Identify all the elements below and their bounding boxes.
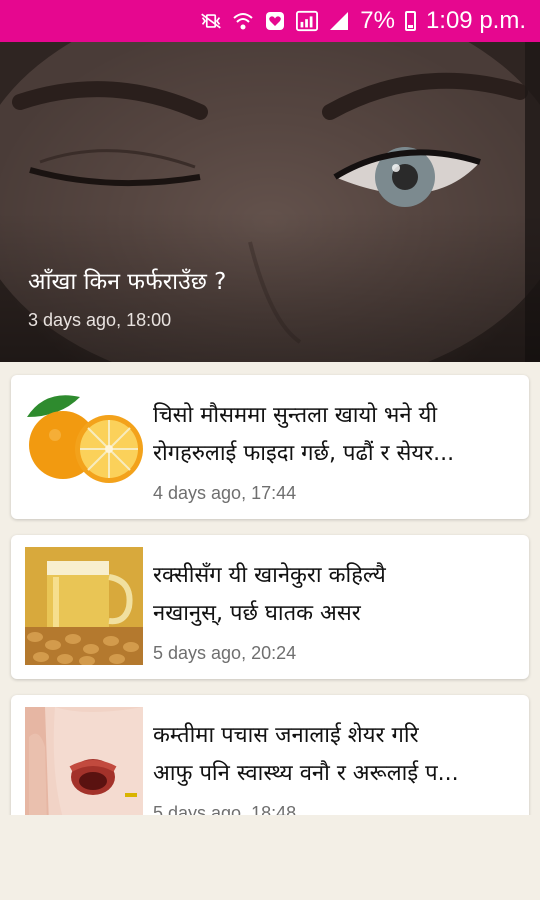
article-time: 4 days ago, 17:44: [153, 483, 297, 503]
news-app-screen: 7% 1:09 p.m. आँखा किन फर्फराउँछ ? 3 days…: [0, 0, 540, 900]
article-title-line: आफु पनि स्वास्थ्य वनौ र अरूलाई प...: [153, 761, 459, 786]
article-title: कम्तीमा पचास जनालाई शेयर गरि आफु पनि स्व…: [153, 717, 513, 793]
mute-vibrate-icon: [200, 10, 222, 32]
battery-icon: [404, 11, 416, 31]
data-icon: [296, 10, 319, 32]
featured-time: 3 days ago, 18:00: [28, 310, 172, 330]
status-bar: 7% 1:09 p.m.: [0, 0, 540, 42]
article-title-line: चिसो मौसममा सुन्तला खायो भने यी: [153, 403, 438, 428]
article-title: चिसो मौसममा सुन्तला खायो भने यी रोगहरुला…: [153, 397, 513, 473]
status-time: 1:09 p.m.: [425, 7, 526, 34]
article-card[interactable]: चिसो मौसममा सुन्तला खायो भने यी रोगहरुला…: [11, 375, 529, 519]
featured-article[interactable]: आँखा किन फर्फराउँछ ? 3 days ago, 18:00: [0, 42, 540, 362]
heart-notification-icon: [264, 10, 286, 32]
orange-thumbnail: [25, 387, 143, 505]
article-title-line: रक्सीसँग यी खानेकुरा कहिल्यै: [153, 563, 386, 588]
battery-percent: 7%: [360, 7, 395, 34]
signal-icon: [328, 10, 350, 32]
bottom-background: [0, 815, 540, 900]
article-title-line: नखानुस्, पर्छ घातक असर: [153, 601, 361, 626]
beer-peanuts-thumbnail: [25, 547, 143, 665]
featured-title: आँखा किन फर्फराउँछ ?: [28, 269, 227, 295]
article-title-line: कम्तीमा पचास जनालाई शेयर गरि: [153, 723, 419, 748]
wifi-icon: [232, 10, 254, 32]
article-time: 5 days ago, 20:24: [153, 643, 297, 663]
bad-breath-thumbnail: [25, 707, 143, 825]
article-title-line: रोगहरुलाई फाइदा गर्छ, पढौं र सेयर...: [153, 441, 455, 466]
article-card[interactable]: रक्सीसँग यी खानेकुरा कहिल्यै नखानुस्, पर…: [11, 535, 529, 679]
article-title: रक्सीसँग यी खानेकुरा कहिल्यै नखानुस्, पर…: [153, 557, 513, 633]
